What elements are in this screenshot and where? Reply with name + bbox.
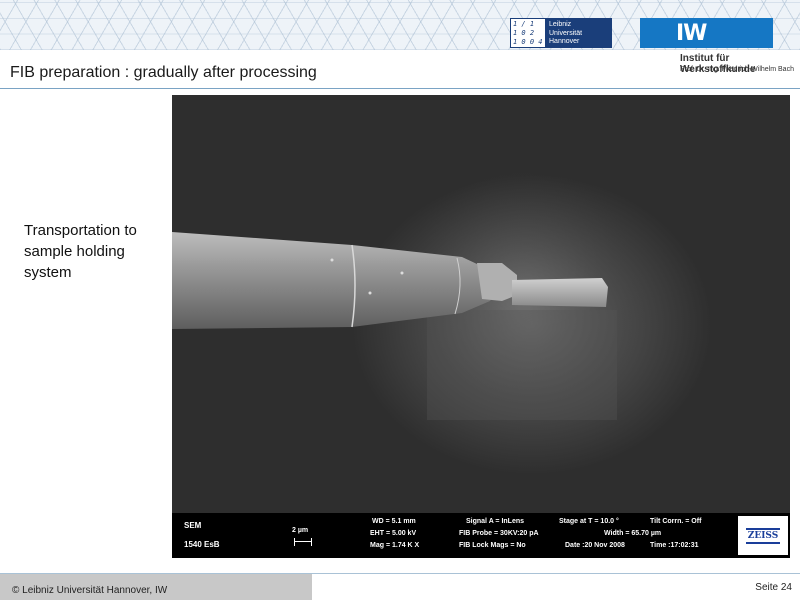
sem-micrograph: SEM 1540 EsB 2 µm WD = 5.1 mm EHT = 5.00… [172, 95, 790, 558]
luh-logo-text: Leibniz Universität Hannover [545, 19, 611, 47]
sem-needle-illustration [172, 165, 647, 435]
sem-eht: EHT = 5.00 kV [370, 530, 417, 537]
institute-director: Prof. Dr.-Ing. Friedrich-Wilhelm Bach [680, 66, 794, 73]
sem-image-view [172, 95, 790, 513]
page-number: Seite 24 [755, 582, 792, 593]
footer-copyright: © Leibniz Universität Hannover, IW [12, 585, 168, 596]
sem-fib-lock: FIB Lock Mags = No [459, 542, 526, 549]
sem-sample-id: 1540 EsB [184, 540, 220, 549]
sem-date: Date :20 Nov 2008 [565, 542, 625, 549]
sem-width: Width = 65.70 µm [604, 530, 662, 537]
sem-signal: Signal A = InLens [466, 518, 525, 525]
sem-info-bar: SEM 1540 EsB 2 µm WD = 5.1 mm EHT = 5.00… [172, 513, 790, 558]
title-divider [0, 88, 800, 89]
scale-bar [294, 538, 312, 546]
sem-tilt: Tilt Corrn. = Off [650, 518, 702, 525]
sem-time: Time :17:02:31 [650, 542, 699, 549]
slide-title: FIB preparation : gradually after proces… [10, 64, 317, 81]
sem-stage: Stage at T = 10.0 ° [559, 518, 619, 525]
scale-label: 2 µm [292, 527, 309, 534]
zeiss-logo: ZEISS [738, 516, 788, 555]
slide-caption: Transportation to sample holding system [24, 222, 137, 281]
iw-logo: IW [640, 18, 773, 48]
sem-fib-probe: FIB Probe = 30KV:20 pA [459, 530, 539, 537]
luh-logo: 1 / 1 1 0 2 1 0 0 4 Leibniz Universität … [510, 18, 612, 48]
sem-detector: SEM [184, 521, 202, 530]
luh-logo-mark: 1 / 1 1 0 2 1 0 0 4 [511, 19, 545, 47]
sem-wd: WD = 5.1 mm [372, 518, 416, 525]
sem-mag: Mag = 1.74 K X [370, 542, 420, 549]
